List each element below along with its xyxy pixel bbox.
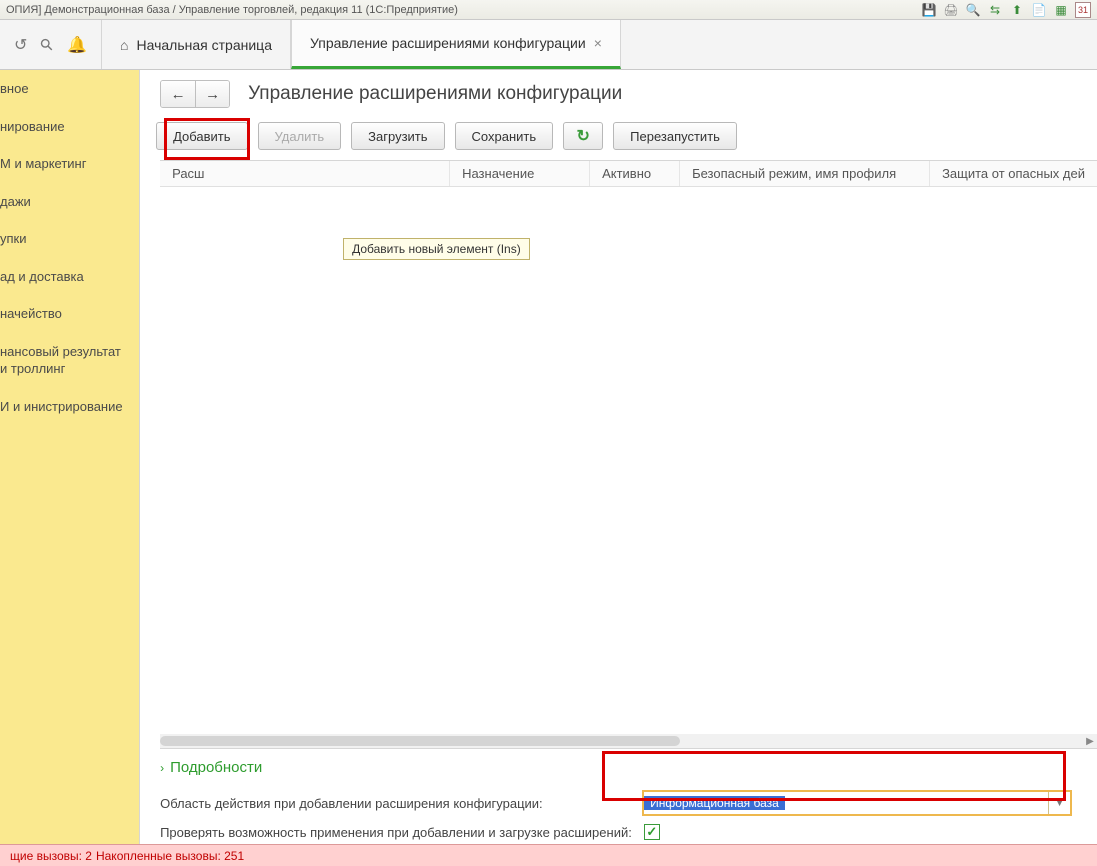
sidebar-item-crm[interactable]: М и маркетинг (0, 145, 139, 183)
status-accum: Накопленные вызовы: 251 (96, 849, 244, 863)
compare-icon[interactable]: ⇆ (987, 2, 1003, 18)
tab-extensions[interactable]: Управление расширениями конфигурации × (291, 20, 621, 69)
status-current: щие вызовы: 2 (10, 849, 92, 863)
table-body (160, 187, 1097, 734)
sidebar-item-planning[interactable]: нирование (0, 108, 139, 146)
copy-icon[interactable]: 📄 (1031, 2, 1047, 18)
delete-button[interactable]: Удалить (258, 122, 342, 150)
title-icons: 💾 🖨 🔍 ⇆ ⬆ 📄 ▦ 31 (921, 2, 1091, 18)
tab-home-label: Начальная страница (137, 37, 272, 53)
print-icon[interactable]: 🖨 (943, 2, 959, 18)
check-row: Проверять возможность применения при доб… (140, 820, 1097, 844)
details-toggle[interactable]: › Подробности (140, 749, 1097, 786)
save-button[interactable]: Сохранить (455, 122, 554, 150)
sidebar-item-sales[interactable]: дажи (0, 183, 139, 221)
window-title: ОПИЯ] Демонстрационная база / Управление… (6, 4, 458, 16)
history-icon[interactable]: ↺ (14, 35, 27, 55)
page-title: Управление расширениями конфигурации (248, 83, 622, 105)
preview-icon[interactable]: 🔍 (965, 2, 981, 18)
statusbar: щие вызовы: 2 Накопленные вызовы: 251 (0, 844, 1097, 866)
th-active[interactable]: Активно (590, 161, 680, 186)
scope-row: Область действия при добавлении расширен… (140, 786, 1097, 820)
tooltip: Добавить новый элемент (Ins) (343, 238, 530, 260)
th-safemode[interactable]: Безопасный режим, имя профиля (680, 161, 930, 186)
tabstrip-tools: ↺ ⚲ 🔔 (0, 20, 101, 69)
restart-button[interactable]: Перезапустить (613, 122, 737, 150)
table-header: Расш Назначение Активно Безопасный режим… (160, 161, 1097, 187)
check-label: Проверять возможность применения при доб… (160, 825, 632, 840)
save-icon[interactable]: 💾 (921, 2, 937, 18)
sidebar-item-purchases[interactable]: упки (0, 220, 139, 258)
close-icon[interactable]: × (594, 35, 602, 51)
toolbar: Добавить Удалить Загрузить Сохранить ↻ П… (140, 114, 1097, 160)
horizontal-scrollbar[interactable]: ▶ (160, 734, 1097, 748)
add-button[interactable]: Добавить (156, 122, 247, 150)
scroll-thumb[interactable] (160, 736, 680, 746)
sidebar-item-warehouse[interactable]: ад и доставка (0, 258, 139, 296)
th-purpose[interactable]: Назначение (450, 161, 590, 186)
main: ← → Управление расширениями конфигурации… (139, 70, 1097, 844)
tabstrip: ↺ ⚲ 🔔 ⌂ Начальная страница Управление ра… (0, 20, 1097, 70)
forward-button[interactable]: → (195, 81, 229, 107)
back-button[interactable]: ← (161, 81, 195, 107)
scope-label: Область действия при добавлении расширен… (160, 796, 630, 811)
nav-row: ← → Управление расширениями конфигурации (140, 70, 1097, 114)
table: Расш Назначение Активно Безопасный режим… (160, 160, 1097, 749)
body: вное нирование М и маркетинг дажи упки а… (0, 70, 1097, 844)
tab-extensions-label: Управление расширениями конфигурации (310, 35, 586, 51)
load-button[interactable]: Загрузить (351, 122, 444, 150)
sidebar: вное нирование М и маркетинг дажи упки а… (0, 70, 139, 844)
scope-value: Информационная база (644, 796, 785, 810)
sidebar-item-admin[interactable]: И и инистрирование (0, 388, 139, 426)
home-icon: ⌂ (120, 37, 128, 53)
sidebar-item-treasury[interactable]: начейство (0, 295, 139, 333)
check-applicability-checkbox[interactable]: ✓ (644, 824, 660, 840)
sidebar-item-main[interactable]: вное (0, 70, 139, 108)
upload-icon[interactable]: ⬆ (1009, 2, 1025, 18)
calculator-icon[interactable]: ▦ (1053, 2, 1069, 18)
details-label: Подробности (170, 759, 262, 776)
refresh-button[interactable]: ↻ (563, 122, 603, 150)
th-extension[interactable]: Расш (160, 161, 450, 186)
th-protect[interactable]: Защита от опасных дей (930, 161, 1097, 186)
scroll-right-icon[interactable]: ▶ (1083, 734, 1097, 748)
sidebar-item-finance[interactable]: нансовый результат и троллинг (0, 333, 139, 388)
bell-icon[interactable]: 🔔 (67, 35, 87, 55)
search-icon[interactable]: ⚲ (36, 33, 58, 55)
tab-home[interactable]: ⌂ Начальная страница (101, 20, 291, 69)
chevron-down-icon[interactable]: ▼ (1048, 792, 1070, 814)
scope-select[interactable]: Информационная база ▼ (642, 790, 1072, 816)
nav-arrows: ← → (160, 80, 230, 108)
calendar-icon[interactable]: 31 (1075, 2, 1091, 18)
titlebar: ОПИЯ] Демонстрационная база / Управление… (0, 0, 1097, 20)
chevron-right-icon: › (160, 761, 164, 775)
